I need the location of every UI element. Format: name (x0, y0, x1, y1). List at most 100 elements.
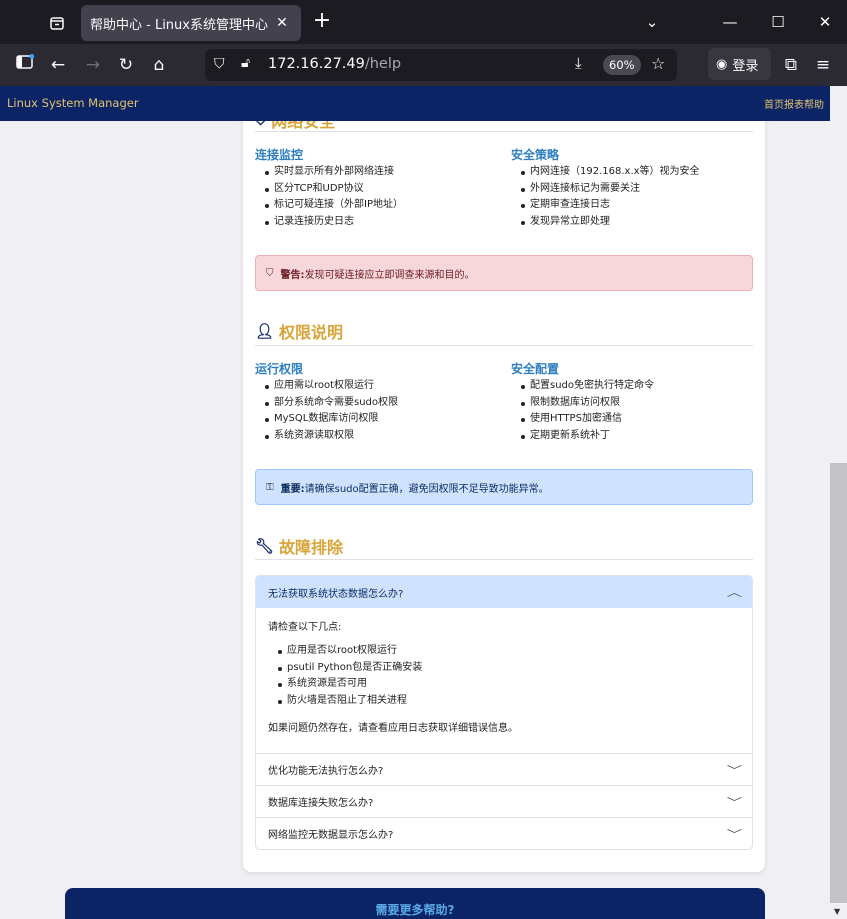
permissions-left-heading: 运行权限 (255, 362, 304, 376)
divider (255, 345, 753, 346)
minimize-icon[interactable]: — (715, 10, 745, 34)
answer-intro: 请检查以下几点: (268, 622, 342, 633)
key-icon: ⚿ (266, 481, 274, 493)
list-item: 系统资源读取权限 (263, 428, 398, 445)
new-tab-icon[interactable]: + (310, 10, 334, 34)
divider (255, 131, 753, 132)
list-item: MySQL数据库访问权限 (263, 411, 398, 428)
list-item: 实时显示所有外部网络连接 (263, 164, 403, 181)
list-item: psutil Python包是否正确安装 (276, 660, 740, 677)
network-right-list: 内网连接（192.168.x.x等）视为安全 外网连接标记为需要关注 定期审查连… (519, 164, 700, 230)
permissions-title-text: 权限说明 (279, 323, 344, 342)
login-label: 登录 (732, 58, 759, 74)
menu-icon[interactable]: ≡ (810, 53, 836, 77)
reload-icon[interactable]: ↻ (113, 53, 139, 77)
chevron-down-icon: ﹀ (726, 763, 743, 777)
network-right-heading: 安全策略 (511, 148, 560, 162)
back-icon[interactable]: ← (45, 53, 71, 77)
app-navbar: Linux System Manager 首页报表帮助 (0, 86, 830, 121)
list-item: 区分TCP和UDP协议 (263, 181, 403, 198)
faq-item: 数据库连接失败怎么办? ﹀ (256, 785, 752, 817)
faq-item: 优化功能无法执行怎么办? ﹀ (256, 753, 752, 785)
list-item: 外网连接标记为需要关注 (519, 181, 700, 198)
tab-list-icon[interactable] (44, 10, 70, 36)
chevron-down-icon: ﹀ (726, 795, 743, 809)
faq-answer: 请检查以下几点: 应用是否以root权限运行 psutil Python包是否正… (256, 608, 752, 753)
list-item: 标记可疑连接（外部IP地址） (263, 197, 403, 214)
faq-question: 优化功能无法执行怎么办? (268, 766, 384, 777)
permissions-right-heading: 安全配置 (511, 362, 560, 376)
alert-label: 警告: (280, 269, 305, 281)
list-item: 配置sudo免密执行特定命令 (519, 378, 654, 395)
info-alert: ⚿ 重要:请确保sudo配置正确，避免因权限不足导致功能异常。 (255, 469, 753, 505)
faq-question: 数据库连接失败怎么办? (268, 798, 374, 809)
alert-text: 请确保sudo配置正确，避免因权限不足导致功能异常。 (304, 483, 549, 495)
list-item: 应用是否以root权限运行 (276, 643, 740, 660)
login-button[interactable]: ◉ 登录 (708, 48, 771, 80)
faq-question: 无法获取系统状态数据怎么办? (268, 588, 404, 600)
section-title-permissions: 👤︎ 权限说明 (255, 319, 343, 343)
faq-question: 网络监控无数据显示怎么办? (268, 830, 394, 841)
list-item: 部分系统命令需要sudo权限 (263, 395, 398, 412)
faq-question-button[interactable]: 数据库连接失败怎么办? ﹀ (256, 786, 752, 817)
tab-title: 帮助中心 - Linux系统管理中心 (90, 17, 268, 33)
chevron-down-icon[interactable]: ⌄ (637, 10, 667, 34)
wrench-icon: 🔧︎ (255, 537, 275, 555)
faq-question-button[interactable]: 网络监控无数据显示怎么办? ﹀ (256, 818, 752, 849)
faq-accordion: 无法获取系统状态数据怎么办? ︿ 请检查以下几点: 应用是否以root权限运行 … (255, 575, 753, 850)
list-item: 防火墙是否阻止了相关进程 (276, 693, 740, 710)
list-item: 限制数据库访问权限 (519, 395, 654, 412)
list-item: 定期审查连接日志 (519, 197, 700, 214)
faq-question-button[interactable]: 无法获取系统状态数据怎么办? ︿ (256, 576, 752, 608)
user-check-icon: 👤︎ (255, 322, 275, 340)
scrollbar-thumb[interactable] (830, 463, 847, 903)
scroll-down-arrow-icon[interactable]: ▼ (834, 907, 840, 916)
home-icon[interactable]: ⌂ (146, 53, 172, 77)
answer-outro: 如果问题仍然存在，请查看应用日志获取详细错误信息。 (268, 723, 518, 734)
permissions-right-list: 配置sudo免密执行特定命令 限制数据库访问权限 使用HTTPS加密通信 定期更… (519, 378, 654, 444)
list-item: 应用需以root权限运行 (263, 378, 398, 395)
section-title-troubleshoot: 🔧︎ 故障排除 (255, 534, 343, 558)
page-scrollbar[interactable]: ▼ (830, 86, 847, 919)
faq-item: 无法获取系统状态数据怎么办? ︿ 请检查以下几点: 应用是否以root权限运行 … (256, 576, 752, 753)
app-brand[interactable]: Linux System Manager (7, 96, 139, 110)
answer-list: 应用是否以root权限运行 psutil Python包是否正确安装 系统资源是… (276, 643, 740, 709)
download-icon[interactable]: ⤓ (575, 54, 582, 72)
list-item: 发现异常立即处理 (519, 214, 700, 231)
sidebar-icon[interactable] (12, 53, 38, 77)
maximize-icon[interactable]: ☐ (763, 10, 793, 34)
list-item: 使用HTTPS加密通信 (519, 411, 654, 428)
shield-icon[interactable]: ⛉ (214, 56, 225, 72)
lock-icon[interactable]: 🔓︎ (241, 55, 250, 71)
forward-icon[interactable]: → (80, 53, 106, 77)
close-tab-icon[interactable]: ✕ (271, 12, 293, 34)
network-left-list: 实时显示所有外部网络连接 区分TCP和UDP协议 标记可疑连接（外部IP地址） … (263, 164, 403, 230)
url-text[interactable]: 172.16.27.49/help (268, 56, 401, 72)
tab-help-center[interactable]: 帮助中心 - Linux系统管理中心 ✕ (81, 5, 301, 41)
faq-item: 网络监控无数据显示怎么办? ﹀ (256, 817, 752, 849)
list-item: 内网连接（192.168.x.x等）视为安全 (519, 164, 700, 181)
nav-bar: ← → ↻ ⌂ ⛉ 🔓︎ 172.16.27.49/help ⤓ 60% ☆ ◉… (0, 44, 847, 86)
browser-chrome: 帮助中心 - Linux系统管理中心 ✕ + ⌄ — ☐ ✕ ← → ↻ ⌂ ⛉… (0, 0, 847, 86)
help-card: ⛉ 网络安全 连接监控 实时显示所有外部网络连接 区分TCP和UDP协议 标记可… (243, 121, 765, 872)
url-bar[interactable]: ⛉ 🔓︎ 172.16.27.49/help ⤓ 60% ☆ (205, 49, 677, 81)
extensions-icon[interactable]: ⧉ (778, 53, 804, 77)
list-item: 记录连接历史日志 (263, 214, 403, 231)
url-host: 172.16.27.49 (268, 56, 365, 72)
app-nav-links[interactable]: 首页报表帮助 (764, 96, 824, 111)
shield-icon: ⛉ (255, 121, 266, 129)
warning-alert: ⛉ 警告:发现可疑连接应立即调查来源和目的。 (255, 255, 753, 291)
close-window-icon[interactable]: ✕ (810, 10, 840, 34)
url-path: /help (364, 56, 402, 72)
faq-question-button[interactable]: 优化功能无法执行怎么办? ﹀ (256, 754, 752, 785)
zoom-level[interactable]: 60% (603, 55, 641, 75)
alert-text: 发现可疑连接应立即调查来源和目的。 (304, 269, 475, 281)
bookmark-star-icon[interactable]: ☆ (651, 54, 665, 73)
divider (255, 559, 753, 560)
shield-alert-icon: ⛉ (266, 267, 274, 279)
account-icon: ◉ (716, 56, 728, 72)
troubleshoot-title-text: 故障排除 (279, 538, 344, 557)
list-item: 系统资源是否可用 (276, 676, 740, 693)
chevron-up-icon: ︿ (726, 586, 743, 599)
permissions-left-list: 应用需以root权限运行 部分系统命令需要sudo权限 MySQL数据库访问权限… (263, 378, 398, 444)
